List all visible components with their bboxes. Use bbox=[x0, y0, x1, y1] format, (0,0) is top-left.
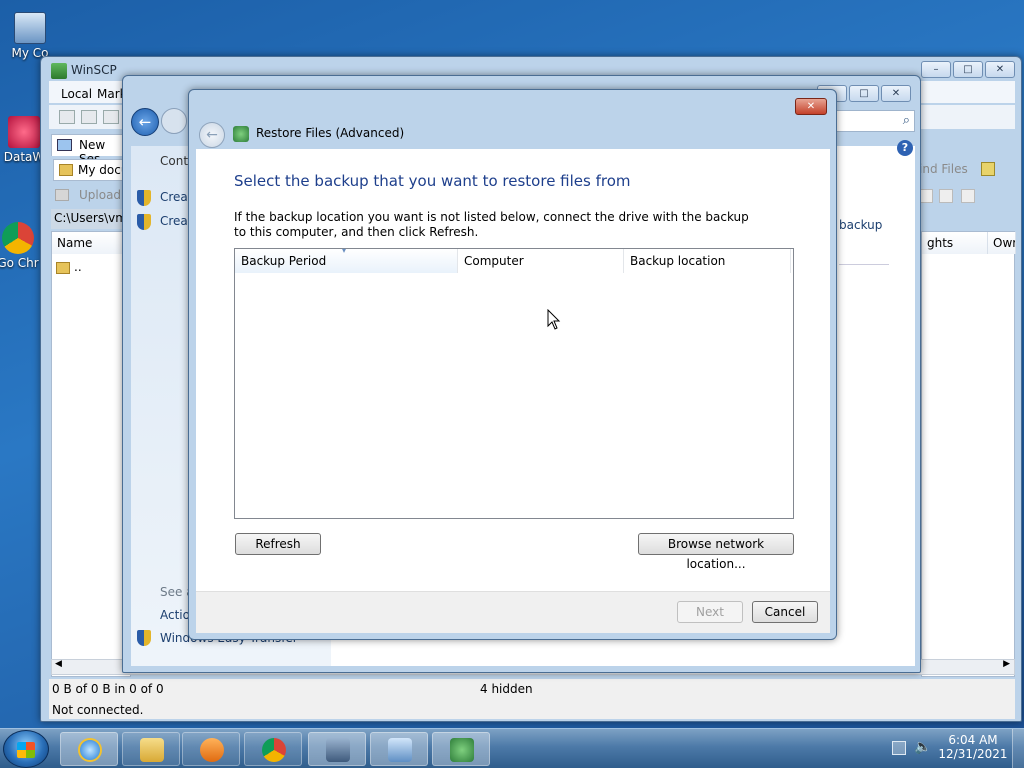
upload-button[interactable]: Upload bbox=[53, 185, 123, 207]
filter-icon[interactable] bbox=[961, 189, 975, 203]
media-player-icon bbox=[200, 738, 224, 762]
scroll-right-arrow[interactable]: ▶ bbox=[1003, 659, 1010, 669]
app-icon bbox=[8, 116, 40, 148]
desktop-icon-my-computer[interactable]: My Co bbox=[0, 12, 60, 60]
show-desktop-button[interactable] bbox=[1012, 729, 1024, 768]
column-header-owner[interactable]: Owr bbox=[988, 232, 1016, 254]
back-nav-button[interactable]: ← bbox=[131, 108, 159, 136]
control-panel-icon bbox=[388, 738, 412, 762]
remote-toolbar-icon[interactable] bbox=[939, 189, 953, 203]
internet-explorer-icon bbox=[78, 738, 102, 762]
help-icon[interactable]: ? bbox=[897, 140, 913, 156]
column-header-backup-location[interactable]: Backup location bbox=[624, 249, 791, 273]
folder-icon bbox=[59, 164, 73, 176]
dialog-heading: Select the backup that you want to resto… bbox=[234, 172, 631, 190]
taskbar-control-panel[interactable] bbox=[370, 732, 428, 766]
desktop-icon-label: DataW bbox=[3, 150, 45, 164]
upload-label: Upload bbox=[79, 188, 122, 202]
refresh-button[interactable]: Refresh bbox=[235, 533, 321, 555]
desktop-icon-google-chrome[interactable]: Go Chr bbox=[0, 222, 42, 270]
backup-restore-icon bbox=[233, 126, 249, 142]
parent-folder-icon bbox=[56, 262, 70, 274]
toolbar-icon[interactable] bbox=[59, 110, 75, 124]
remote-file-panel[interactable]: ghts Owr bbox=[921, 231, 1016, 677]
browse-network-location-button[interactable]: Browse network location... bbox=[638, 533, 794, 571]
next-button[interactable]: Next bbox=[677, 601, 743, 623]
divider bbox=[839, 264, 889, 265]
find-files-label: ind Files bbox=[919, 162, 968, 176]
toolbar-icon[interactable] bbox=[103, 110, 119, 124]
parent-directory-label: .. bbox=[74, 260, 82, 274]
taskbar-chrome[interactable] bbox=[244, 732, 302, 766]
taskbar-winscp[interactable] bbox=[308, 732, 366, 766]
network-icon[interactable] bbox=[892, 741, 906, 755]
search-icon: ⌕ bbox=[902, 113, 910, 128]
monitor-icon bbox=[57, 139, 72, 151]
close-button[interactable]: ✕ bbox=[881, 85, 911, 102]
column-header-backup-period[interactable]: Backup Period bbox=[235, 249, 458, 273]
winscp-app-icon bbox=[51, 63, 67, 79]
hidden-count: 4 hidden bbox=[480, 682, 533, 696]
window-title: WinSCP bbox=[71, 63, 117, 77]
maximize-button[interactable]: □ bbox=[953, 61, 983, 78]
maximize-button[interactable]: □ bbox=[849, 85, 879, 102]
shield-icon bbox=[137, 190, 151, 206]
back-button[interactable]: ← bbox=[199, 122, 225, 148]
dialog-instruction: If the backup location you want is not l… bbox=[234, 210, 749, 239]
column-header-computer[interactable]: Computer bbox=[458, 249, 624, 273]
taskbar-backup-restore[interactable] bbox=[432, 732, 490, 766]
backup-list[interactable]: Backup Period ▾ Computer Backup location bbox=[234, 246, 794, 519]
find-files-icon bbox=[981, 162, 995, 176]
column-header-rights[interactable]: ghts bbox=[922, 232, 988, 254]
shield-icon bbox=[137, 214, 151, 230]
close-button[interactable]: ✕ bbox=[795, 98, 827, 115]
location-combo[interactable]: My docu bbox=[53, 159, 133, 181]
cancel-button[interactable]: Cancel bbox=[752, 601, 818, 623]
clock-date: 12/31/2021 bbox=[938, 747, 1008, 761]
taskbar-file-explorer[interactable] bbox=[122, 732, 180, 766]
local-file-panel[interactable]: Name .. bbox=[51, 231, 132, 677]
scroll-left-arrow[interactable]: ◀ bbox=[55, 659, 62, 669]
folder-icon bbox=[140, 738, 164, 762]
session-tab[interactable]: New Ses bbox=[51, 134, 131, 166]
chrome-icon bbox=[262, 738, 286, 762]
mouse-cursor bbox=[547, 309, 561, 330]
taskbar-media-player[interactable] bbox=[182, 732, 240, 766]
close-button[interactable]: ✕ bbox=[985, 61, 1015, 78]
remote-toolbar-icon[interactable] bbox=[919, 189, 933, 203]
shield-icon bbox=[137, 630, 151, 646]
action-center-link[interactable]: Actio bbox=[160, 608, 190, 622]
find-files-button[interactable]: ind Files bbox=[911, 159, 1015, 181]
forward-nav-button[interactable] bbox=[161, 108, 187, 134]
upload-icon bbox=[55, 189, 69, 201]
taskbar: 🔈 6:04 AM 12/31/2021 bbox=[0, 728, 1024, 768]
taskbar-internet-explorer[interactable] bbox=[60, 732, 118, 766]
path-bar[interactable]: C:\Users\vm1 bbox=[51, 209, 135, 229]
backup-restore-icon bbox=[450, 738, 474, 762]
clock-time: 6:04 AM bbox=[948, 733, 998, 747]
location-label: My docu bbox=[78, 163, 129, 177]
search-box[interactable]: ⌕ bbox=[835, 110, 915, 132]
start-button[interactable] bbox=[3, 730, 49, 768]
toolbar-icon[interactable] bbox=[81, 110, 97, 124]
dialog-title: Restore Files (Advanced) bbox=[256, 126, 405, 140]
minimize-button[interactable]: – bbox=[921, 61, 951, 78]
volume-icon[interactable]: 🔈 bbox=[914, 739, 931, 755]
sort-arrow-icon: ▾ bbox=[342, 246, 347, 255]
column-header-name[interactable]: Name bbox=[52, 232, 132, 254]
backup-link[interactable]: backup bbox=[839, 218, 882, 232]
parent-directory-row[interactable]: .. bbox=[56, 260, 126, 278]
winscp-icon bbox=[326, 738, 350, 762]
windows-logo-icon bbox=[17, 742, 35, 758]
transfer-status: 0 B of 0 B in 0 of 0 bbox=[52, 682, 164, 696]
computer-icon bbox=[14, 12, 46, 44]
menu-local[interactable]: Local bbox=[61, 87, 92, 101]
clock[interactable]: 6:04 AM 12/31/2021 bbox=[938, 733, 1008, 761]
desktop-icon-label: Go Chr bbox=[0, 256, 39, 270]
connection-status: Not connected. bbox=[52, 703, 144, 717]
chrome-icon bbox=[2, 222, 34, 254]
